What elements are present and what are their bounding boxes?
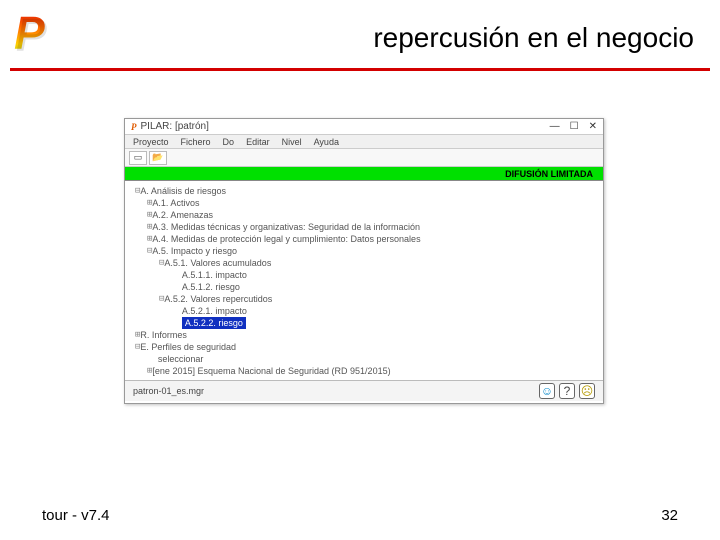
tree-label: A.5.1.1. impacto — [182, 269, 247, 281]
tree-label: E. Perfiles de seguridad — [140, 341, 236, 353]
happy-face-icon[interactable]: ☺ — [539, 383, 555, 399]
tree-label: A.4. Medidas de protección legal y cumpl… — [152, 233, 420, 245]
tree-label: A.1. Activos — [152, 197, 199, 209]
tree-label: A.5.1. Valores acumulados — [164, 257, 271, 269]
tree-label: R. Informes — [140, 329, 187, 341]
footer-page: 32 — [661, 507, 678, 524]
open-file-button[interactable]: 📂 — [149, 151, 167, 165]
slide-title: repercusión en el negocio — [373, 22, 694, 54]
tree-label: A.3. Medidas técnicas y organizativas: S… — [152, 221, 420, 233]
new-file-button[interactable]: ▭ — [129, 151, 147, 165]
maximize-button[interactable]: ☐ — [570, 121, 579, 132]
menu-do[interactable]: Do — [223, 137, 235, 147]
menu-proyecto[interactable]: Proyecto — [133, 137, 169, 147]
tree-node-a[interactable]: ⊟ A. Análisis de riesgos — [133, 185, 595, 197]
diffusion-banner: DIFUSIÓN LIMITADA — [125, 167, 603, 181]
tree-node-seleccionar[interactable]: seleccionar — [133, 353, 595, 365]
statusbar: patron-01_es.mgr ☺ ? ☹ — [125, 381, 603, 401]
tree-node-e[interactable]: ⊟ E. Perfiles de seguridad — [133, 341, 595, 353]
tree-label: seleccionar — [158, 353, 204, 365]
tree-node-a2[interactable]: ⊞ A.2. Amenazas — [133, 209, 595, 221]
footer-version: tour - v7.4 — [42, 507, 110, 524]
tree-label: A.5.2.2. riesgo — [182, 317, 246, 329]
tree-label: A.5.2. Valores repercutidos — [164, 293, 272, 305]
menu-editar[interactable]: Editar — [246, 137, 270, 147]
titlebar: P PILAR: [patrón] — ☐ ✕ — [125, 119, 603, 135]
menubar: Proyecto Fichero Do Editar Nivel Ayuda — [125, 135, 603, 149]
menu-fichero[interactable]: Fichero — [181, 137, 211, 147]
tree-node-a5[interactable]: ⊟ A.5. Impacto y riesgo — [133, 245, 595, 257]
tree-label: A.5.2.1. impacto — [182, 305, 247, 317]
tree-node-a4[interactable]: ⊞ A.4. Medidas de protección legal y cum… — [133, 233, 595, 245]
app-icon: P — [131, 122, 137, 132]
tree-node-a51[interactable]: ⊟ A.5.1. Valores acumulados — [133, 257, 595, 269]
diffusion-label: DIFUSIÓN LIMITADA — [505, 169, 593, 179]
close-button[interactable]: ✕ — [589, 121, 597, 132]
menu-ayuda[interactable]: Ayuda — [314, 137, 339, 147]
toolbar: ▭ 📂 — [125, 149, 603, 167]
tree-node-a512[interactable]: A.5.1.2. riesgo — [133, 281, 595, 293]
tree-label: A.5. Impacto y riesgo — [152, 245, 237, 257]
tree-panel: ⊟ A. Análisis de riesgos ⊞ A.1. Activos … — [125, 181, 603, 381]
tree-node-a52[interactable]: ⊟ A.5.2. Valores repercutidos — [133, 293, 595, 305]
tree-node-a1[interactable]: ⊞ A.1. Activos — [133, 197, 595, 209]
slide-footer: tour - v7.4 32 — [0, 507, 720, 524]
app-window: P PILAR: [patrón] — ☐ ✕ Proyecto Fichero… — [124, 118, 604, 404]
tree-node-ens[interactable]: ⊞ [ene 2015] Esquema Nacional de Segurid… — [133, 365, 595, 377]
tree-label: A.5.1.2. riesgo — [182, 281, 240, 293]
window-title: PILAR: [patrón] — [141, 121, 209, 132]
app-logo-letter: P — [14, 6, 45, 60]
help-icon[interactable]: ? — [559, 383, 575, 399]
tree-node-a521[interactable]: A.5.2.1. impacto — [133, 305, 595, 317]
tree-label: [ene 2015] Esquema Nacional de Seguridad… — [152, 365, 390, 377]
tree-node-r[interactable]: ⊞ R. Informes — [133, 329, 595, 341]
tree-node-a522-selected[interactable]: A.5.2.2. riesgo — [133, 317, 595, 329]
divider — [10, 68, 710, 71]
tree-label: A.2. Amenazas — [152, 209, 213, 221]
menu-nivel[interactable]: Nivel — [282, 137, 302, 147]
minimize-button[interactable]: — — [550, 121, 560, 132]
sad-face-icon[interactable]: ☹ — [579, 383, 595, 399]
tree-node-a511[interactable]: A.5.1.1. impacto — [133, 269, 595, 281]
tree-label: A. Análisis de riesgos — [140, 185, 226, 197]
tree-node-a3[interactable]: ⊞ A.3. Medidas técnicas y organizativas:… — [133, 221, 595, 233]
status-filename: patron-01_es.mgr — [133, 386, 204, 396]
